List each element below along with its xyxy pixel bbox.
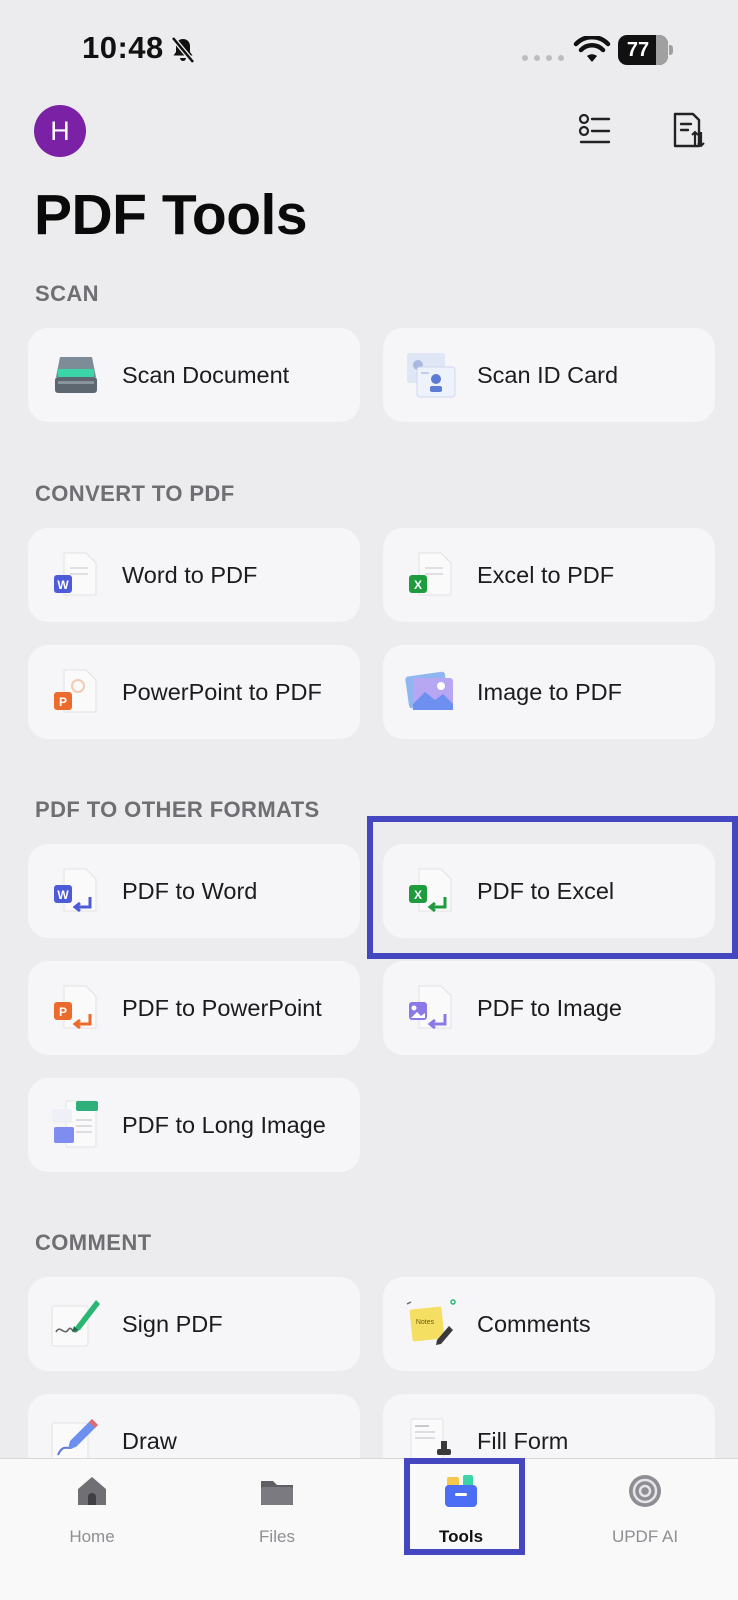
image-to-pdf-label: Image to PDF xyxy=(477,678,622,705)
status-bar: 10:48 77 xyxy=(0,0,738,100)
word-to-pdf-icon: W xyxy=(54,552,97,596)
pdf-to-image-icon xyxy=(409,985,452,1030)
svg-text:P: P xyxy=(59,695,67,709)
bell-muted-icon xyxy=(171,36,195,64)
tools-tab-highlight xyxy=(404,1458,525,1555)
image-to-pdf-icon xyxy=(405,671,453,710)
pdf-to-long-image-icon xyxy=(52,1100,98,1148)
svg-text:Notes: Notes xyxy=(416,1319,435,1326)
tab-files[interactable]: Files xyxy=(217,1459,337,1559)
folder-icon xyxy=(261,1481,293,1505)
draw-label: Draw xyxy=(122,1427,177,1454)
pdf-to-word-button[interactable]: W PDF to Word xyxy=(28,844,360,938)
sign-pdf-icon xyxy=(51,1300,100,1347)
word-to-pdf-button[interactable]: W Word to PDF xyxy=(28,528,360,622)
powerpoint-to-pdf-button[interactable]: P PowerPoint to PDF xyxy=(28,645,360,739)
svg-text:W: W xyxy=(57,578,69,592)
pdf-to-word-icon: W xyxy=(54,868,97,913)
scan-document-label: Scan Document xyxy=(122,361,290,388)
section-label-comment: COMMENT xyxy=(35,1230,152,1255)
pdf-to-image-label: PDF to Image xyxy=(477,994,622,1021)
section-label-convert-to-pdf: CONVERT TO PDF xyxy=(35,481,235,506)
battery-icon: 77 xyxy=(618,35,674,65)
home-icon xyxy=(78,1477,106,1505)
tab-files-label: Files xyxy=(259,1527,295,1546)
tab-updf-ai[interactable]: UPDF AI xyxy=(585,1459,705,1559)
tab-home-label: Home xyxy=(69,1527,115,1546)
section-label-scan: SCAN xyxy=(35,281,99,306)
pdf-to-word-label: PDF to Word xyxy=(122,877,258,904)
pdf-to-long-image-label: PDF to Long Image xyxy=(122,1111,326,1138)
word-to-pdf-label: Word to PDF xyxy=(122,561,258,588)
pdf-to-image-button[interactable]: PDF to Image xyxy=(383,961,715,1055)
fill-form-label: Fill Form xyxy=(477,1427,569,1454)
svg-text:P: P xyxy=(59,1005,67,1019)
tab-bar: Home Files Tools UPDF AI xyxy=(0,1458,738,1600)
sign-pdf-label: Sign PDF xyxy=(122,1310,223,1337)
scan-id-card-label: Scan ID Card xyxy=(477,361,619,388)
tab-updf-ai-label: UPDF AI xyxy=(611,1527,679,1546)
updf-ai-icon xyxy=(629,1475,661,1507)
scanner-icon xyxy=(55,357,97,393)
list-view-icon[interactable] xyxy=(576,110,614,150)
tab-home[interactable]: Home xyxy=(32,1459,152,1559)
wifi-icon xyxy=(573,36,611,62)
pdf-to-powerpoint-button[interactable]: P PDF to PowerPoint xyxy=(28,961,360,1055)
scan-document-button[interactable]: Scan Document xyxy=(28,328,360,422)
cellular-signal-icon xyxy=(522,55,564,61)
id-card-icon xyxy=(407,353,456,398)
pdf-to-powerpoint-icon: P xyxy=(54,985,97,1030)
pdf-to-excel-highlight xyxy=(367,816,738,959)
image-to-pdf-button[interactable]: Image to PDF xyxy=(383,645,715,739)
excel-to-pdf-button[interactable]: X Excel to PDF xyxy=(383,528,715,622)
pdf-to-powerpoint-label: PDF to PowerPoint xyxy=(122,994,322,1021)
excel-to-pdf-label: Excel to PDF xyxy=(477,561,615,588)
status-time: 10:48 xyxy=(82,30,164,65)
powerpoint-to-pdf-label: PowerPoint to PDF xyxy=(122,678,322,705)
avatar[interactable]: H xyxy=(34,105,86,157)
sort-document-icon[interactable] xyxy=(671,110,709,150)
sign-pdf-button[interactable]: Sign PDF xyxy=(28,1277,360,1371)
powerpoint-to-pdf-icon: P xyxy=(54,669,97,713)
scan-id-card-button[interactable]: Scan ID Card xyxy=(383,328,715,422)
battery-percentage: 77 xyxy=(626,39,650,61)
page-title: PDF Tools xyxy=(34,183,308,247)
section-label-pdf-to-other: PDF TO OTHER FORMATS xyxy=(35,797,320,822)
sticky-note-icon: Notes xyxy=(406,1299,456,1345)
pdf-to-long-image-button[interactable]: PDF to Long Image xyxy=(28,1078,360,1172)
excel-to-pdf-icon: X xyxy=(409,552,452,596)
svg-text:X: X xyxy=(414,578,422,592)
comments-button[interactable]: Notes Comments xyxy=(383,1277,715,1371)
comments-label: Comments xyxy=(477,1310,591,1337)
svg-text:W: W xyxy=(57,888,69,902)
